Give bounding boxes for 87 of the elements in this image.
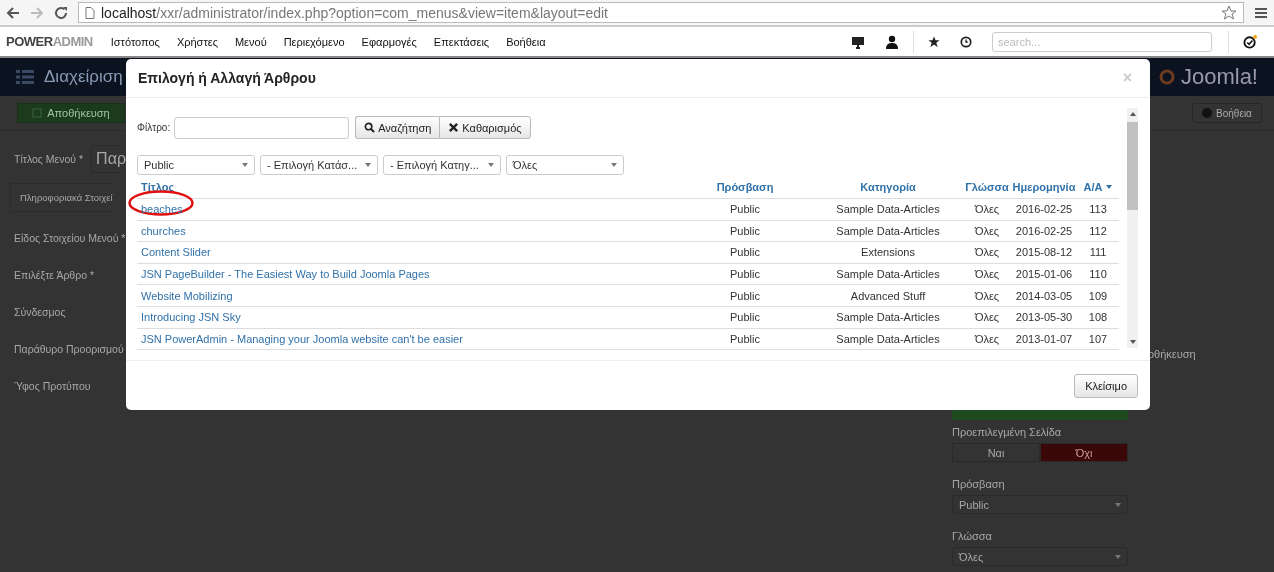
close-dialog-button[interactable]: Κλείσιμο (1074, 373, 1138, 398)
toggle-option[interactable]: Όχι (1040, 443, 1128, 462)
brand-logo[interactable]: POWERADMIN (6, 34, 93, 49)
table-cell-text: 111 (1088, 246, 1108, 259)
article-link[interactable]: Introducing JSN Sky (141, 311, 241, 324)
url-host: localhost (101, 4, 157, 21)
address-bar[interactable]: localhost/xxr/administrator/index.php?option=com_menus&view=item&layout=edit (78, 2, 1244, 23)
column-header[interactable]: Πρόσβαση (677, 181, 813, 193)
table-cell-text: Extensions (860, 246, 916, 259)
article-link[interactable]: JSN PageBuilder - The Easiest Way to Build Joomla Pages (141, 268, 430, 281)
table-cell-text: Public (729, 268, 761, 281)
table-cell-text: Όλες (973, 203, 1001, 216)
menu-item[interactable]: Περιεχόμενο (283, 35, 345, 48)
filter-select[interactable]: - Επιλογή Κατηγ... (383, 155, 501, 175)
table-cell-text: Όλες (973, 224, 1001, 237)
table-cell-text: Sample Data-Articles (835, 224, 941, 237)
field-label: Πρόσβαση (952, 478, 1005, 490)
help-button[interactable]: Βοήθεια (1192, 103, 1262, 123)
filter-select[interactable]: - Επιλογή Κατάσ... (260, 155, 378, 175)
table-cell-text: 109 (1087, 289, 1109, 302)
clear-button[interactable]: Καθαρισμός (439, 116, 531, 139)
table-cell-text: Όλες (973, 332, 1001, 345)
table-cell-text: 113 (1088, 203, 1108, 216)
table-cell-text: 110 (1088, 268, 1108, 281)
page-title: Διαχείριση (44, 67, 123, 87)
column-header[interactable]: Κατηγορία (813, 181, 963, 193)
column-header[interactable]: Τίτλος (137, 181, 677, 193)
save-button[interactable]: Αποθήκευση (17, 103, 125, 123)
table-cell-text: Όλες (973, 268, 1001, 281)
joomla-logo: Joomla! (1180, 64, 1258, 90)
option-label: οθήκευση (1148, 348, 1196, 360)
menu-item[interactable]: Χρήστες (176, 35, 218, 48)
article-link[interactable]: Website Mobilizing (141, 289, 233, 302)
article-link[interactable]: Content Slider (141, 246, 211, 259)
table-cell-text: Sample Data-Articles (835, 268, 941, 281)
table-cell-text: 2013-01-07 (1014, 332, 1074, 345)
table-cell-text: 2014-03-05 (1014, 289, 1074, 302)
table-cell-text: Public (729, 289, 761, 302)
table-cell-text: Advanced Stuff (849, 289, 927, 302)
filter-select[interactable]: Public (137, 155, 255, 175)
field-label: Επιλέξτε Άρθρο * (14, 268, 95, 283)
column-header[interactable]: Γλώσσα (963, 181, 1011, 193)
modal-title: Επιλογή ή Αλλαγή Άρθρου (138, 70, 316, 86)
column-header[interactable]: Α/Α (1077, 181, 1119, 193)
menu-item[interactable]: Επεκτάσεις (433, 35, 490, 48)
table-cell-text: 2015-01-06 (1014, 268, 1074, 281)
table-cell-text: 107 (1087, 332, 1109, 345)
table-cell-text: 2013-05-30 (1014, 311, 1074, 324)
search-field[interactable]: search... (992, 31, 1212, 52)
table-cell-text: Sample Data-Articles (835, 332, 941, 345)
table-cell-text: 2016-02-25 (1014, 224, 1074, 237)
field-label: Σύνδεσμος (14, 305, 66, 320)
search-button[interactable]: Αναζήτηση (355, 116, 440, 139)
table-cell-text: Όλες (973, 289, 1001, 302)
access-select[interactable]: Public (952, 495, 1128, 514)
field-label: Ύφος Προτύπου (14, 379, 91, 394)
field-label: Τίτλος Μενού * (14, 153, 84, 165)
table-cell-text: Όλες (973, 246, 1001, 259)
menu-item[interactable]: Βοήθεια (506, 35, 546, 48)
field-label: Είδος Στοιχείου Μενού * (14, 231, 126, 246)
table-cell-text: Public (729, 311, 761, 324)
article-link[interactable]: JSN PowerAdmin - Managing your Joomla website can't be easier (141, 332, 463, 345)
language-select[interactable]: Όλες (952, 547, 1128, 566)
table-cell-text: 2015-08-12 (1014, 246, 1074, 259)
column-header[interactable]: Ημερομηνία (1011, 181, 1077, 193)
field-label: Παράθυρο Προορισμού (14, 342, 124, 357)
table-cell-text: 112 (1088, 224, 1108, 237)
menu-item[interactable]: Ιστότοπος (110, 35, 160, 48)
field-label: Γλώσσα (952, 530, 992, 542)
filter-select[interactable]: Όλες (506, 155, 624, 175)
table-cell-text: Public (729, 203, 761, 216)
table-cell-text: Sample Data-Articles (835, 311, 941, 324)
filter-label: Φίλτρο: (137, 122, 171, 133)
table-cell-text: Public (729, 224, 761, 237)
table-cell-text: Public (729, 246, 761, 259)
table-cell-text: Sample Data-Articles (835, 203, 941, 216)
details-tab[interactable]: Πληροφοριακά Στοιχεί (10, 183, 113, 212)
menu-item[interactable]: Εφαρμογές (361, 35, 417, 48)
table-cell-text: 2016-02-25 (1014, 203, 1074, 216)
table-cell-text: Όλες (973, 311, 1001, 324)
toggle-option[interactable]: Ναι (952, 443, 1040, 462)
table-cell-text: Public (729, 332, 761, 345)
article-link[interactable]: churches (141, 224, 186, 237)
url-path: /xxr/administrator/index.php?option=com_menus&view=item&layout=edit (156, 4, 608, 21)
field-label: Προεπιλεγμένη Σελίδα (952, 426, 1062, 438)
table-cell-text: 108 (1087, 311, 1109, 324)
menu-item[interactable]: Μενού (234, 35, 267, 48)
